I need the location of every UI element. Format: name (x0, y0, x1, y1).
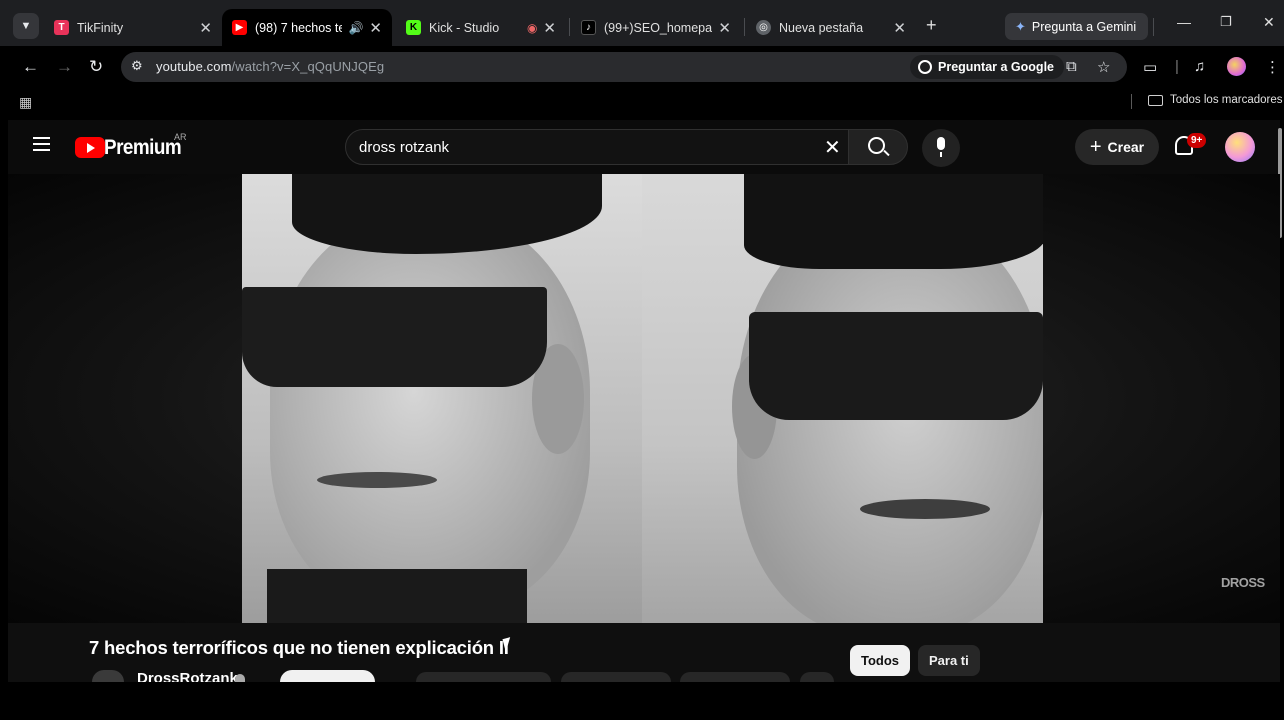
search-query-text[interactable]: dross rotzank (359, 139, 449, 156)
ask-google-button[interactable]: Preguntar a Google (910, 55, 1064, 79)
url-text[interactable]: youtube.com/watch?v=X_qQqUNJQEg (156, 59, 384, 74)
kick-icon: K (406, 20, 421, 35)
hair-left (292, 174, 602, 254)
chrome-profile-avatar[interactable] (1227, 57, 1246, 76)
chip-todos[interactable]: Todos (850, 645, 911, 676)
bookmark-star-icon[interactable]: ☆ (1097, 58, 1110, 76)
chrome-icon: ◎ (756, 20, 771, 35)
channel-watermark[interactable]: DROSS (1221, 575, 1265, 590)
close-tab-icon[interactable]: ✕ (369, 19, 382, 37)
bookmarks-divider (1131, 94, 1132, 109)
video-title: 7 hechos terroríficos que no tienen expl… (89, 637, 509, 658)
minimize-icon[interactable]: — (1177, 14, 1191, 30)
tab-youtube-video[interactable]: ▶ (98) 7 hechos terr 🔊 ✕ (222, 9, 392, 46)
notification-count-badge: 9+ (1187, 133, 1207, 148)
clear-search-icon[interactable]: ✕ (824, 135, 841, 160)
plus-icon: + (1089, 135, 1102, 158)
microphone-icon[interactable] (937, 137, 945, 157)
audio-playing-icon[interactable]: 🔊 (348, 21, 363, 35)
youtube-icon: ▶ (232, 20, 247, 35)
mouth-left (317, 472, 437, 488)
ask-gemini-button[interactable]: ✦ Pregunta a Gemini (1005, 13, 1149, 40)
folder-icon (1148, 94, 1163, 106)
youtube-premium-logo-text[interactable]: Premium (104, 136, 182, 160)
menu-hamburger-icon[interactable] (33, 137, 50, 151)
apps-grid-icon[interactable]: ▦ (19, 94, 32, 111)
gemini-sparkle-icon: ✦ (1015, 18, 1026, 34)
mugshot-right-image (642, 174, 1043, 623)
tab-divider (1153, 18, 1154, 36)
tikfinity-icon: T (54, 20, 69, 35)
censor-bar-left (242, 287, 547, 387)
hair-right (744, 174, 1043, 269)
close-tab-icon[interactable]: ✕ (543, 19, 556, 37)
subscribe-button[interactable] (280, 670, 375, 682)
search-icon[interactable] (868, 137, 885, 154)
verified-badge-icon (235, 674, 245, 682)
install-app-icon[interactable]: ⧉ (1066, 58, 1077, 75)
tab-tikfinity[interactable]: T TikFinity ✕ (44, 9, 222, 46)
new-tab-icon[interactable]: + (926, 15, 937, 36)
more-actions-button[interactable] (800, 672, 834, 682)
google-lens-icon (918, 60, 932, 74)
bookmarks-bar (0, 88, 1284, 116)
all-bookmarks-button[interactable]: Todos los marcadores (1148, 94, 1283, 106)
close-tab-icon[interactable]: ✕ (718, 19, 731, 37)
account-avatar[interactable] (1225, 132, 1255, 162)
tiktok-icon: ♪ (581, 20, 596, 35)
mouth-right (860, 499, 990, 519)
media-controls-icon[interactable]: ♫ (1194, 58, 1205, 75)
like-dislike-button[interactable] (416, 672, 551, 682)
close-tab-icon[interactable]: ✕ (893, 19, 906, 37)
tab-seo-homepage[interactable]: ♪ (99+)SEO_homepage ✕ (571, 9, 741, 46)
screen-bottom-letterbox (0, 682, 1284, 720)
collar-left (267, 569, 527, 623)
restore-icon[interactable]: ❐ (1220, 14, 1232, 30)
country-code: AR (174, 132, 187, 142)
video-frame[interactable] (242, 174, 1043, 623)
close-tab-icon[interactable]: ✕ (199, 19, 212, 37)
channel-avatar[interactable] (92, 670, 124, 682)
tab-divider (569, 18, 570, 36)
tab-search-chevron-icon[interactable]: ▼ (13, 13, 39, 39)
tab-new-tab[interactable]: ◎ Nueva pestaña ✕ (746, 9, 916, 46)
create-button[interactable]: + Crear (1075, 129, 1159, 165)
site-settings-icon[interactable]: ⚙ (131, 58, 143, 74)
mugshot-left-image (242, 174, 642, 623)
channel-name[interactable]: DrossRotzank (137, 670, 238, 682)
tab-kick-studio[interactable]: K Kick - Studio ◉ ✕ (396, 9, 566, 46)
share-button[interactable] (561, 672, 671, 682)
recording-icon: ◉ (526, 20, 538, 35)
back-arrow-icon[interactable]: ← (22, 57, 39, 77)
censor-bar-right (749, 312, 1043, 420)
chip-para-ti[interactable]: Para ti (918, 645, 980, 676)
tab-divider (744, 18, 745, 36)
close-window-icon[interactable]: ✕ (1263, 14, 1275, 31)
reload-icon[interactable]: ↻ (89, 57, 103, 77)
download-button[interactable] (680, 672, 790, 682)
cast-icon[interactable]: ▭ (1143, 58, 1157, 76)
chrome-menu-icon[interactable]: ⋮ (1265, 58, 1280, 76)
forward-arrow-icon[interactable]: → (56, 57, 73, 77)
youtube-logo-icon[interactable] (75, 137, 105, 158)
toolbar-divider: | (1175, 58, 1179, 75)
